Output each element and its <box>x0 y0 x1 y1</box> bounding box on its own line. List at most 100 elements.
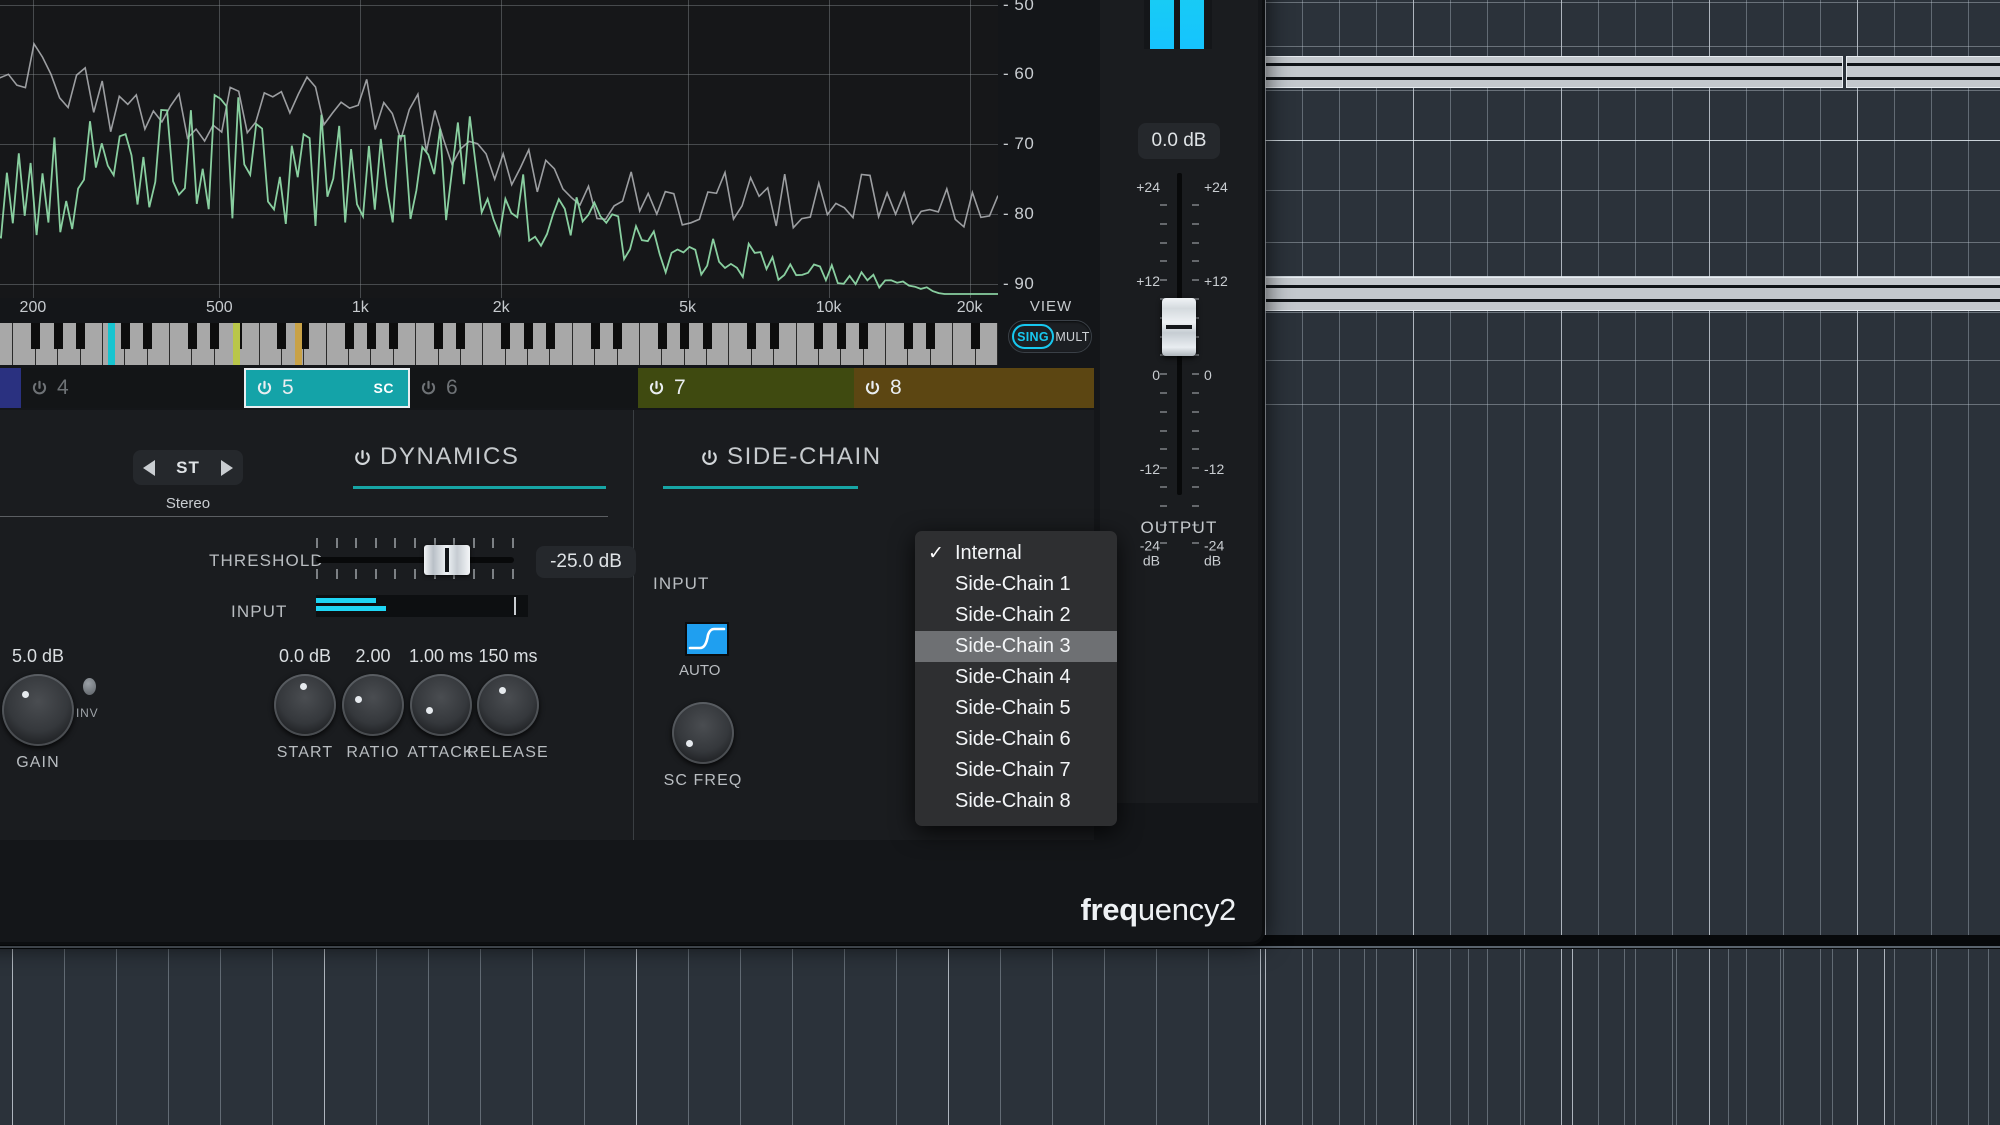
view-single-button[interactable]: SING <box>1012 324 1054 349</box>
daw-gridline <box>1820 0 1821 1125</box>
knob-release[interactable]: 150 ms RELEASE <box>453 646 563 762</box>
piano-black-key[interactable] <box>545 323 555 349</box>
invert-led[interactable] <box>83 678 96 695</box>
threshold-slider[interactable] <box>316 538 514 579</box>
piano-black-key[interactable] <box>76 323 86 349</box>
piano-white-key[interactable] <box>0 323 14 365</box>
stereo-prev-icon[interactable] <box>143 459 155 476</box>
view-multi-button[interactable]: MULT <box>1054 330 1091 344</box>
eq-curve-display[interactable]: 2345678 <box>0 0 998 298</box>
band-power-icon[interactable] <box>31 380 48 397</box>
slider-tick <box>414 538 416 548</box>
piano-band-marker <box>233 323 240 365</box>
context-menu-item[interactable]: Side-Chain 5 <box>915 693 1117 724</box>
piano-black-key[interactable] <box>53 323 63 349</box>
piano-black-key[interactable] <box>143 323 153 349</box>
sc-freq-knob-body[interactable] <box>672 702 734 764</box>
view-toggle[interactable]: SING MULT <box>1008 320 1092 353</box>
piano-black-key[interactable] <box>590 323 600 349</box>
piano-black-key[interactable] <box>747 323 757 349</box>
piano-keyboard[interactable] <box>0 323 998 365</box>
threshold-value[interactable]: -25.0 dB <box>536 546 636 578</box>
band-tab-3[interactable]: 3 <box>0 368 21 408</box>
sc-freq-knob-label: SC FREQ <box>663 772 743 789</box>
audio-clip-top[interactable] <box>1265 56 1843 88</box>
output-fader-handle[interactable] <box>1162 298 1196 356</box>
piano-black-key[interactable] <box>657 323 667 349</box>
piano-black-key[interactable] <box>680 323 690 349</box>
sidechain-input-context-menu[interactable]: ✓ Internal Side-Chain 1 Side-Chain 2 Sid… <box>915 531 1117 826</box>
threshold-thumb[interactable] <box>424 545 470 575</box>
daw-gridline <box>1468 947 1469 1125</box>
stereo-next-icon[interactable] <box>220 459 233 476</box>
daw-gridline <box>792 947 793 1125</box>
context-menu-item[interactable]: Side-Chain 4 <box>915 662 1117 693</box>
band-power-icon[interactable] <box>648 380 665 397</box>
stereo-mode-selector[interactable]: ST <box>133 450 243 485</box>
knob-dial[interactable] <box>477 674 539 736</box>
piano-black-key[interactable] <box>120 323 130 349</box>
piano-black-key[interactable] <box>187 323 197 349</box>
context-menu-item[interactable]: Side-Chain 6 <box>915 724 1117 755</box>
output-gain-value[interactable]: 0.0 dB <box>1138 123 1220 159</box>
fader-minor-tick <box>1192 504 1199 507</box>
piano-black-key[interactable] <box>366 323 376 349</box>
piano-black-key[interactable] <box>344 323 354 349</box>
band-tab-strip[interactable]: 3 4 5 SC 6 <box>0 368 1094 408</box>
context-menu-item[interactable]: Side-Chain 8 <box>915 786 1117 817</box>
band-tab-7[interactable]: 7 <box>638 368 854 408</box>
daw-gridline <box>1572 947 1573 1125</box>
context-menu-item[interactable]: Side-Chain 3 <box>915 631 1117 662</box>
output-fader[interactable]: +24 +12 0 -12 -24 dB +24 +12 0 -12 -24 dB <box>1100 173 1258 567</box>
piano-black-key[interactable] <box>523 323 533 349</box>
spectrum-analyzer-green <box>0 93 998 295</box>
band-power-icon[interactable] <box>420 380 437 397</box>
slider-tick <box>316 569 318 579</box>
piano-black-key[interactable] <box>814 323 824 349</box>
piano-black-key[interactable] <box>702 323 712 349</box>
piano-band-marker <box>295 323 302 365</box>
audio-clip-bottom[interactable] <box>1265 277 2000 311</box>
freq-axis-tick: 200 <box>19 299 47 316</box>
piano-black-key[interactable] <box>277 323 287 349</box>
context-menu-item[interactable]: ✓ Internal <box>915 538 1117 569</box>
piano-black-key[interactable] <box>769 323 779 349</box>
daw-gridline <box>1968 0 1969 1125</box>
daw-gridline <box>896 947 897 1125</box>
piano-black-key[interactable] <box>456 323 466 349</box>
piano-black-key[interactable] <box>501 323 511 349</box>
daw-gridline <box>844 947 845 1125</box>
knob-dial[interactable] <box>2 674 74 746</box>
context-menu-item[interactable]: Side-Chain 7 <box>915 755 1117 786</box>
piano-black-key[interactable] <box>613 323 623 349</box>
context-menu-item[interactable]: Side-Chain 1 <box>915 569 1117 600</box>
piano-black-key[interactable] <box>434 323 444 349</box>
piano-black-key[interactable] <box>31 323 41 349</box>
band-power-icon[interactable] <box>256 380 273 397</box>
sidechain-shape-button[interactable] <box>685 622 729 656</box>
sidechain-power-icon[interactable] <box>700 449 717 466</box>
daw-gridline <box>1598 0 1599 1125</box>
piano-black-key[interactable] <box>903 323 913 349</box>
band-tab-4[interactable]: 4 <box>21 368 244 408</box>
audio-clip-top-2[interactable] <box>1846 56 2000 88</box>
piano-black-key[interactable] <box>926 323 936 349</box>
piano-black-key[interactable] <box>859 323 869 349</box>
daw-gridline <box>1258 242 2000 243</box>
band-power-icon[interactable] <box>864 380 881 397</box>
fader-minor-tick <box>1192 467 1199 470</box>
context-menu-item[interactable]: Side-Chain 2 <box>915 600 1117 631</box>
slider-tick <box>492 569 495 579</box>
waveform <box>1847 63 2000 66</box>
piano-black-key[interactable] <box>836 323 846 349</box>
dynamics-power-icon[interactable] <box>353 449 370 466</box>
slider-tick <box>335 538 338 548</box>
piano-black-key[interactable] <box>210 323 220 349</box>
band-tab-6[interactable]: 6 <box>410 368 638 408</box>
piano-black-key[interactable] <box>389 323 399 349</box>
sc-freq-knob[interactable]: SC FREQ <box>648 702 758 790</box>
sidechain-title: SIDE-CHAIN <box>727 443 882 470</box>
piano-black-key[interactable] <box>971 323 981 349</box>
band-tab-8[interactable]: 8 <box>854 368 1094 408</box>
band-tab-5[interactable]: 5 SC <box>244 368 410 408</box>
